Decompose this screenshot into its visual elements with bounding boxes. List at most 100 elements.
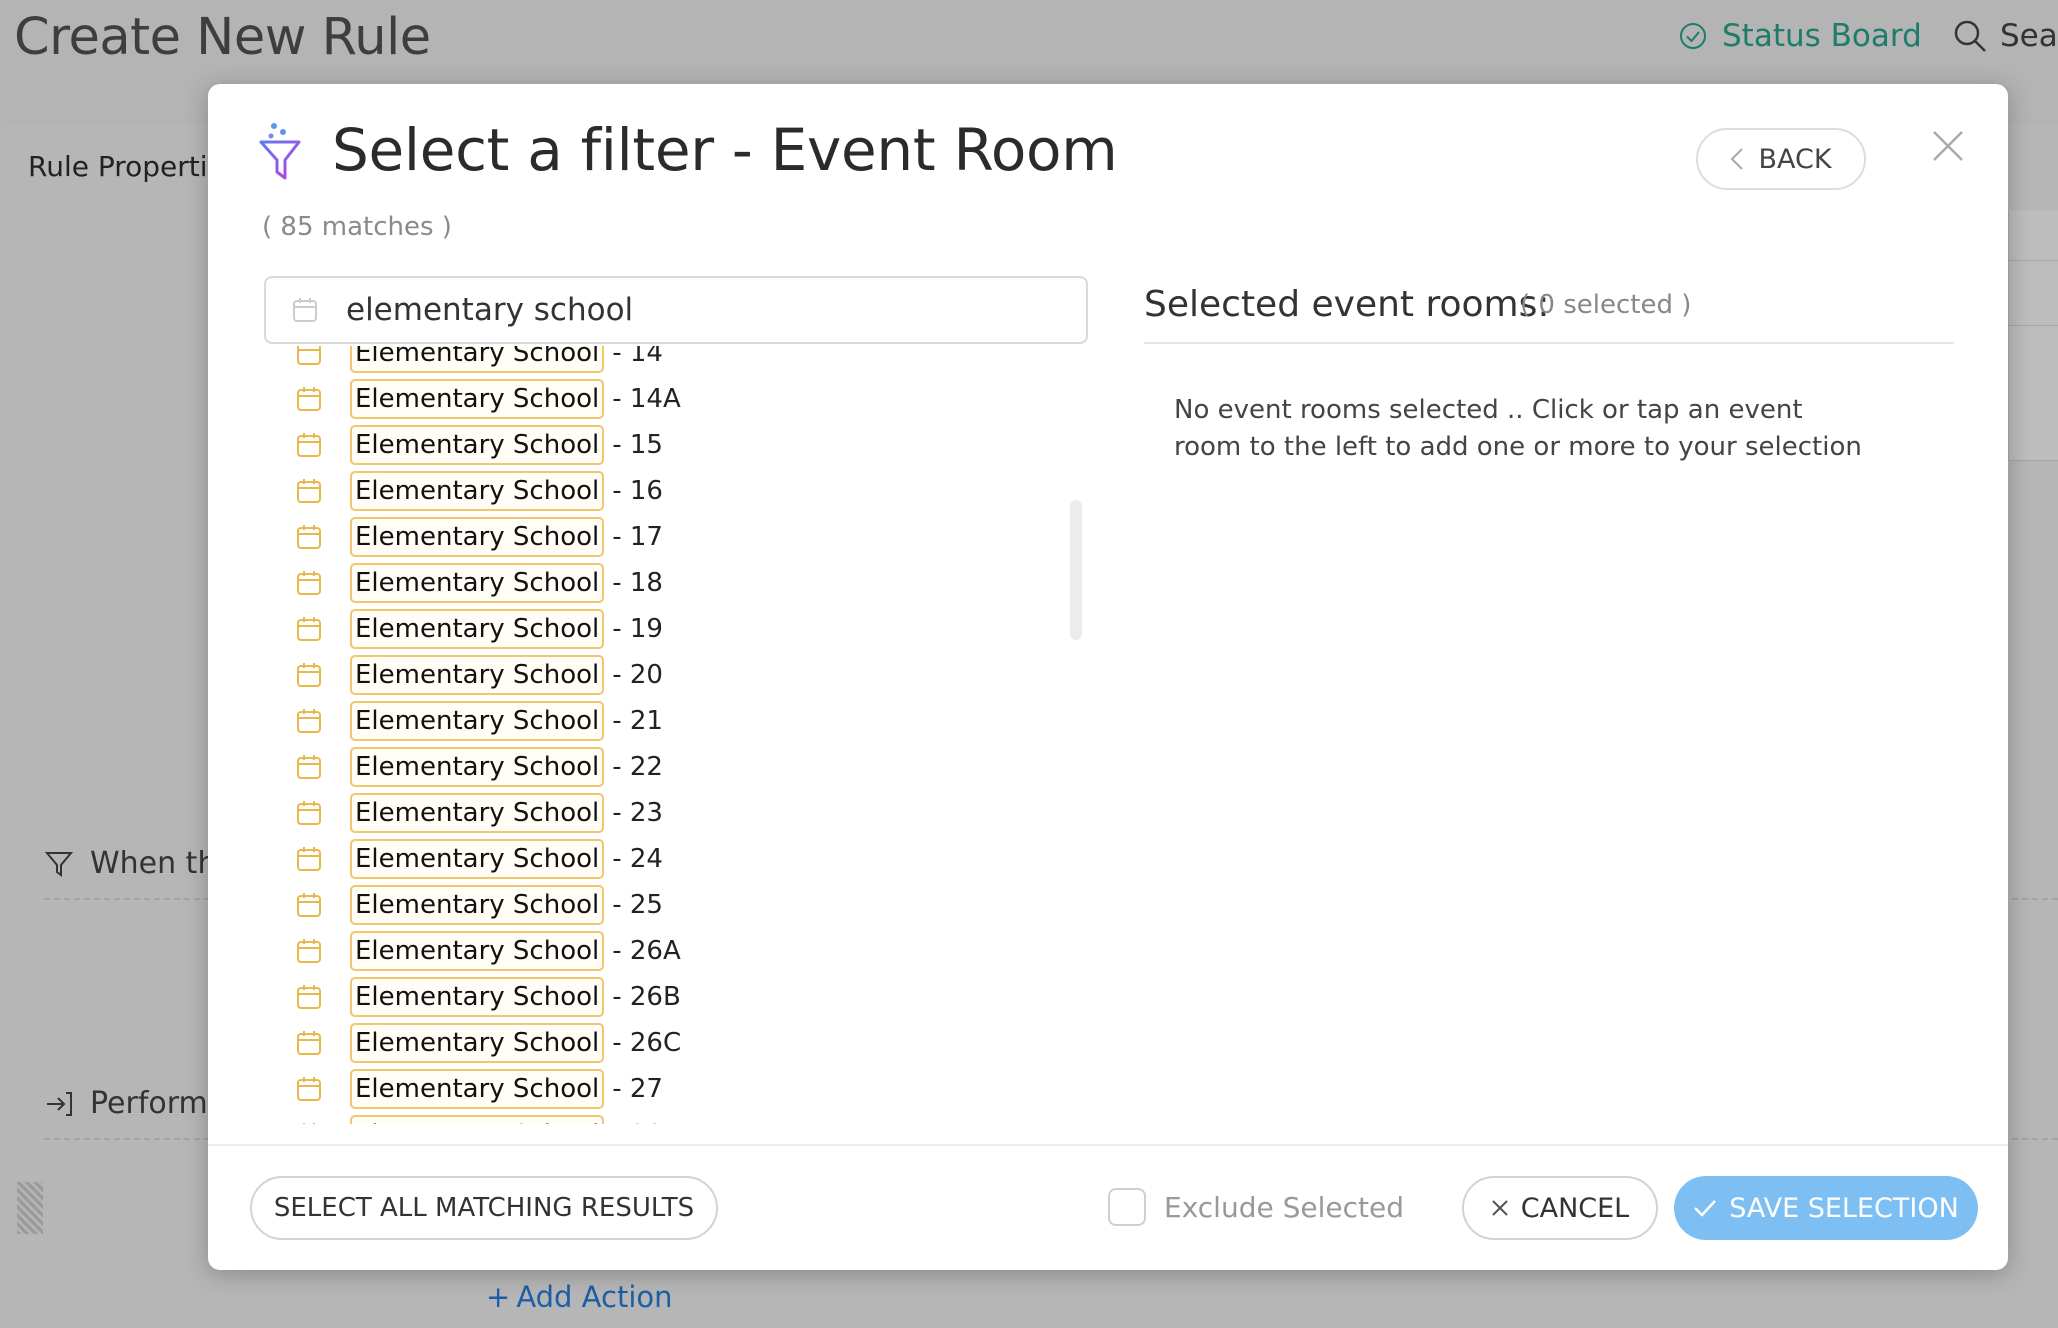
status-board-label: Status Board	[1722, 18, 1922, 54]
selected-count: ( 0 selected )	[1520, 290, 1692, 320]
page-title: Create New Rule	[14, 8, 431, 67]
close-icon	[1492, 1200, 1508, 1216]
list-item[interactable]: Elementary School - 20	[264, 652, 1088, 698]
calendar-icon	[296, 432, 322, 458]
search-match-highlight: Elementary School	[350, 1115, 605, 1124]
calendar-icon	[296, 570, 322, 596]
empty-selection-message: No event rooms selected .. Click or tap …	[1174, 395, 1862, 462]
search-link[interactable]: Sear	[1952, 18, 2058, 54]
save-selection-button[interactable]: SAVE SELECTION	[1674, 1176, 1978, 1240]
room-number: - 26A	[612, 936, 681, 966]
plus-icon: +	[486, 1280, 511, 1314]
select-all-matching-button[interactable]: SELECT ALL MATCHING RESULTS	[250, 1176, 718, 1240]
room-number: - 28	[612, 1120, 663, 1124]
search-input[interactable]: elementary school	[264, 276, 1088, 344]
room-number: - 27	[612, 1074, 663, 1104]
calendar-icon	[296, 346, 322, 366]
cancel-label: CANCEL	[1520, 1192, 1630, 1224]
calendar-icon	[296, 892, 322, 918]
check-circle-icon	[1680, 23, 1706, 49]
search-match-highlight: Elementary School	[350, 425, 605, 465]
exclude-selected-checkbox[interactable]: Exclude Selected	[1108, 1188, 1404, 1226]
room-number: - 24	[612, 844, 663, 874]
search-match-highlight: Elementary School	[350, 517, 605, 557]
list-item[interactable]: Elementary School - 28	[264, 1112, 1088, 1124]
calendar-icon	[296, 1122, 322, 1124]
list-item[interactable]: Elementary School - 14	[264, 346, 1088, 376]
save-label: SAVE SELECTION	[1729, 1192, 1959, 1224]
room-number: - 22	[612, 752, 663, 782]
search-match-highlight: Elementary School	[350, 1069, 605, 1109]
select-all-label: SELECT ALL MATCHING RESULTS	[273, 1193, 695, 1223]
search-match-highlight: Elementary School	[350, 701, 605, 741]
list-item[interactable]: Elementary School - 26B	[264, 974, 1088, 1020]
cancel-button[interactable]: CANCEL	[1462, 1176, 1658, 1240]
search-value: elementary school	[346, 292, 634, 328]
back-label: BACK	[1758, 143, 1832, 175]
sign-in-icon	[47, 1091, 72, 1116]
list-item[interactable]: Elementary School - 27	[264, 1066, 1088, 1112]
room-number: - 26B	[612, 982, 681, 1012]
back-button[interactable]: BACK	[1696, 128, 1866, 190]
calendar-icon	[296, 616, 322, 642]
status-board-link[interactable]: Status Board	[1678, 18, 1922, 54]
list-item[interactable]: Elementary School - 16	[264, 468, 1088, 514]
search-match-highlight: Elementary School	[350, 747, 605, 787]
list-item[interactable]: Elementary School - 19	[264, 606, 1088, 652]
calendar-icon	[296, 662, 322, 688]
search-icon	[1954, 20, 1986, 52]
calendar-icon	[293, 298, 317, 322]
match-count: ( 85 matches )	[262, 212, 452, 242]
list-item[interactable]: Elementary School - 23	[264, 790, 1088, 836]
room-number: - 19	[612, 614, 663, 644]
room-number: - 21	[612, 706, 663, 736]
selected-heading: Selected event rooms:	[1144, 284, 1550, 325]
list-item[interactable]: Elementary School - 15	[264, 422, 1088, 468]
checkbox-box[interactable]	[1108, 1188, 1146, 1226]
list-item[interactable]: Elementary School - 22	[264, 744, 1088, 790]
room-number: - 17	[612, 522, 663, 552]
close-icon[interactable]	[1930, 128, 1966, 164]
perform-section-header: Perform t	[44, 1086, 229, 1121]
search-match-highlight: Elementary School	[350, 931, 605, 971]
room-number: - 16	[612, 476, 663, 506]
divider	[1144, 342, 1954, 344]
list-item[interactable]: Elementary School - 26C	[264, 1020, 1088, 1066]
exclude-selected-label: Exclude Selected	[1164, 1190, 1404, 1224]
tab-rule-properties[interactable]: Rule Propertie	[28, 150, 225, 183]
add-action-link[interactable]: + Add Action	[486, 1280, 673, 1314]
search-match-highlight: Elementary School	[350, 609, 605, 649]
calendar-icon	[296, 1076, 322, 1102]
list-item[interactable]: Elementary School - 17	[264, 514, 1088, 560]
calendar-icon	[296, 708, 322, 734]
calendar-icon	[296, 800, 322, 826]
check-icon	[1694, 1200, 1717, 1217]
search-match-highlight: Elementary School	[350, 885, 605, 925]
search-match-highlight: Elementary School	[350, 471, 605, 511]
search-match-highlight: Elementary School	[350, 793, 605, 833]
when-section-header: When the	[44, 846, 235, 881]
room-number: - 14	[612, 346, 663, 368]
side-panel-edge	[2008, 210, 2058, 461]
list-item[interactable]: Elementary School - 24	[264, 836, 1088, 882]
list-item[interactable]: Elementary School - 21	[264, 698, 1088, 744]
calendar-icon	[296, 754, 322, 780]
room-number: - 23	[612, 798, 663, 828]
list-item[interactable]: Elementary School - 25	[264, 882, 1088, 928]
list-item[interactable]: Elementary School - 18	[264, 560, 1088, 606]
funnel-icon	[259, 123, 301, 180]
list-scrollbar[interactable]	[1070, 500, 1082, 640]
modal-title: Select a filter - Event Room	[332, 116, 1118, 184]
list-item[interactable]: Elementary School - 26A	[264, 928, 1088, 974]
search-match-highlight: Elementary School	[350, 379, 605, 419]
event-room-list[interactable]: Elementary School - 14 Elementary School - …	[264, 346, 1088, 1124]
room-number: - 25	[612, 890, 663, 920]
funnel-outline-icon	[44, 851, 74, 877]
calendar-icon	[296, 478, 322, 504]
room-number: - 20	[612, 660, 663, 690]
search-label: Sear	[2000, 18, 2058, 54]
search-match-highlight: Elementary School	[350, 563, 605, 603]
drag-handle[interactable]	[17, 1182, 43, 1234]
list-item[interactable]: Elementary School - 14A	[264, 376, 1088, 422]
search-match-highlight: Elementary School	[350, 1023, 605, 1063]
